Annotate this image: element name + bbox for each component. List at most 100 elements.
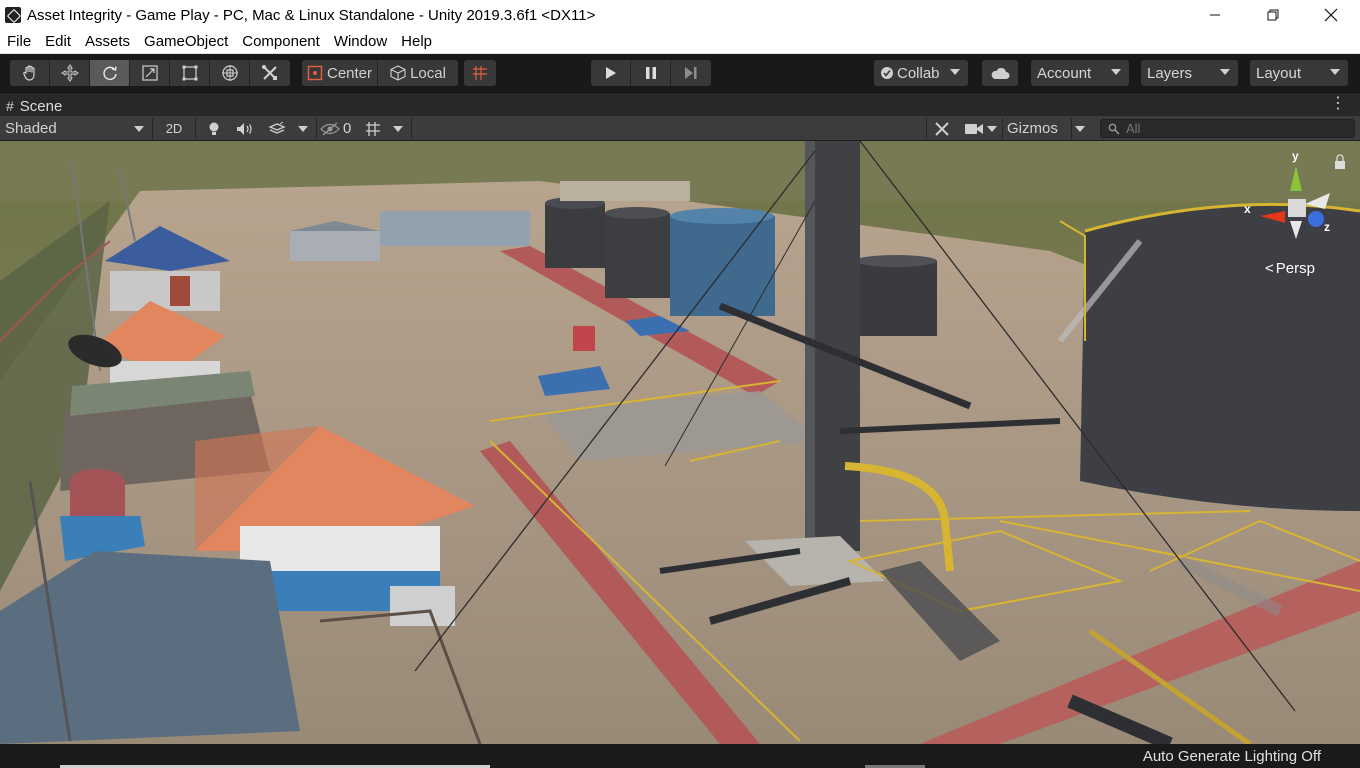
projection-toggle[interactable]: < Persp [1265,260,1315,277]
account-label: Account [1037,64,1092,82]
separator [316,118,317,139]
gizmo-y-label: y [1292,149,1299,163]
chevron-down-icon [1111,69,1121,75]
menu-gameobject[interactable]: GameObject [137,33,235,50]
tab-scene[interactable]: # Scene [6,95,62,117]
chevron-down-icon [1330,69,1340,75]
draw-mode-dropdown[interactable]: Shaded [0,116,152,141]
chevron-left-icon: < [1265,260,1274,277]
hand-tool-icon[interactable] [10,60,50,86]
chevron-down-icon [1075,126,1085,132]
scene-tab-label: Scene [19,97,63,115]
close-icon[interactable] [1302,0,1360,30]
cloud-button[interactable] [982,60,1018,86]
layers-dropdown[interactable]: Layers [1141,60,1238,86]
move-tool-icon[interactable] [50,60,90,86]
chevron-down-icon [298,125,308,132]
storage-tank-2 [605,213,670,298]
transform-tools [10,60,290,86]
search-input[interactable] [1126,121,1326,136]
grid-toggle-icon[interactable] [362,116,384,141]
pivot-center-button[interactable]: Center [302,60,378,86]
menu-bar: File Edit Assets GameObject Component Wi… [0,30,1360,54]
gizmo-z-label: z [1324,220,1330,234]
more-options-icon[interactable]: ⋮ [1330,96,1346,112]
pivot-center-label: Center [326,64,373,82]
step-icon[interactable] [671,60,711,86]
custom-tool-icon[interactable] [250,60,290,86]
effects-dropdown[interactable] [298,116,312,141]
window-title: Asset Integrity - Game Play - PC, Mac & … [27,6,596,24]
rotate-tool-icon[interactable] [90,60,130,86]
effects-icon[interactable] [265,116,289,141]
separator [411,118,412,139]
separator [195,118,196,139]
chevron-down-icon [950,69,960,75]
2d-toggle-label: 2D [165,121,183,136]
cloud-icon [991,67,1010,79]
play-icon[interactable] [591,60,631,86]
menu-window[interactable]: Window [327,33,394,50]
scene-tab-bar: # Scene ⋮ [0,92,1360,116]
chevron-down-icon [987,125,997,132]
chevron-down-icon [1220,69,1230,75]
status-bar: Auto Generate Lighting Off [0,744,1360,768]
separator [152,118,153,139]
large-storage-tank [1080,204,1360,512]
gizmo-x-label: x [1244,202,1251,216]
storage-tank-3 [855,261,937,336]
scene-viewport[interactable]: y x z < Persp [0,141,1360,744]
pivot-icon [307,65,323,81]
status-text[interactable]: Auto Generate Lighting Off [1143,748,1321,765]
collab-label: Collab [897,64,940,82]
hidden-objects-toggle[interactable]: 0 [320,116,356,141]
minimize-icon[interactable] [1186,0,1244,30]
scene-render[interactable] [0,141,1360,744]
storage-tank-blue [670,216,775,316]
gizmos-dropdown[interactable]: Gizmos [1007,116,1095,141]
maximize-icon[interactable] [1244,0,1302,30]
scene-hash-icon: # [6,98,14,114]
camera-dropdown[interactable] [987,116,1001,141]
projection-label: Persp [1275,260,1315,277]
menu-file[interactable]: File [0,33,38,50]
grid-snap-icon[interactable] [464,60,496,86]
pause-icon[interactable] [631,60,671,86]
menu-edit[interactable]: Edit [38,33,78,50]
scene-search-field[interactable] [1100,119,1355,138]
main-toolbar: Center Local Collab Account Layers Layou… [0,54,1360,92]
menu-assets[interactable]: Assets [78,33,137,50]
transform-tool-icon[interactable] [210,60,250,86]
separator [926,118,927,139]
layout-dropdown[interactable]: Layout [1250,60,1348,86]
account-dropdown[interactable]: Account [1031,60,1129,86]
play-controls [591,60,711,86]
small-red-tank [573,326,595,351]
snap-group [464,60,496,86]
title-bar: Asset Integrity - Game Play - PC, Mac & … [0,0,1360,30]
audio-icon[interactable] [234,116,256,141]
scene-controls-bar: Shaded 2D 0 Gizmos [0,116,1360,141]
collab-dropdown[interactable]: Collab [874,60,968,86]
pivot-local-button[interactable]: Local [378,60,458,86]
local-cube-icon [390,65,406,81]
pivot-toggles: Center Local [302,60,458,86]
lighting-icon[interactable] [204,116,224,141]
storage-tank-1 [545,203,605,268]
2d-toggle-button[interactable]: 2D [158,116,190,141]
scale-tool-icon[interactable] [130,60,170,86]
gizmos-label: Gizmos [1007,120,1058,137]
grid-dropdown[interactable] [393,116,407,141]
separator [1002,118,1003,139]
menu-component[interactable]: Component [235,33,327,50]
menu-help[interactable]: Help [394,33,439,50]
rect-tool-icon[interactable] [170,60,210,86]
search-icon [1108,123,1120,135]
layout-label: Layout [1256,64,1302,82]
layers-label: Layers [1147,64,1193,82]
separator [1071,118,1072,139]
draw-mode-label: Shaded [5,120,57,137]
hidden-count: 0 [343,120,352,137]
camera-icon[interactable] [962,116,986,141]
tools-icon[interactable] [932,116,952,141]
